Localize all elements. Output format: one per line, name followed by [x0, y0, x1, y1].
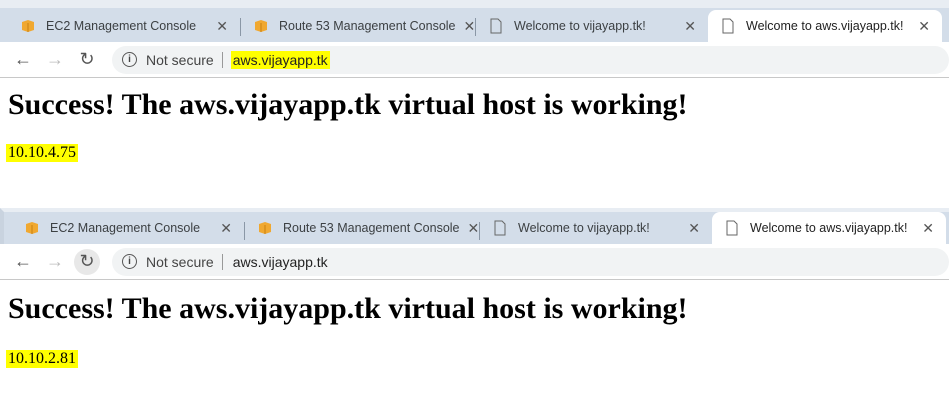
tab-label: Route 53 Management Console [283, 221, 460, 235]
url-text[interactable]: aws.vijayapp.tk [230, 50, 330, 69]
browser-window-1: EC2 Management Console ✕ Route 53 Managem… [0, 0, 949, 205]
tab-ec2[interactable]: EC2 Management Console ✕ [8, 10, 240, 42]
browser-window-2: EC2 Management Console ✕ Route 53 Managem… [0, 208, 949, 402]
close-icon[interactable]: ✕ [220, 220, 232, 237]
omnibox-divider [221, 253, 223, 270]
tab-route53[interactable]: Route 53 Management Console ✕ [241, 10, 475, 42]
forward-arrow-icon[interactable]: → [42, 249, 68, 275]
reload-icon[interactable]: ↻ [74, 248, 100, 275]
tab-welcome-vijayapp[interactable]: Welcome to vijayapp.tk! ✕ [476, 10, 708, 42]
tab-label: Route 53 Management Console [279, 19, 456, 33]
toolbar: ← → ↻ i Not secure aws.vijayapp.tk [0, 244, 949, 280]
address-bar[interactable]: i Not secure aws.vijayapp.tk [112, 45, 949, 74]
forward-arrow-icon[interactable]: → [42, 47, 68, 73]
close-icon[interactable]: ✕ [216, 18, 228, 35]
tab-strip: EC2 Management Console ✕ Route 53 Managem… [0, 0, 949, 42]
close-icon[interactable]: ✕ [918, 18, 930, 35]
page-heading: Success! The aws.vijayapp.tk virtual hos… [8, 292, 688, 325]
page-icon [726, 220, 738, 236]
back-arrow-icon[interactable]: ← [10, 47, 36, 73]
ip-address: 10.10.4.75 [6, 144, 78, 162]
close-icon[interactable]: ✕ [688, 220, 700, 237]
tab-label: EC2 Management Console [50, 221, 201, 235]
tab-welcome-aws-active[interactable]: Welcome to aws.vijayapp.tk! ✕ [712, 212, 946, 244]
ip-address: 10.10.2.81 [6, 350, 78, 368]
close-icon[interactable]: ✕ [468, 220, 480, 237]
tab-welcome-aws-active[interactable]: Welcome to aws.vijayapp.tk! ✕ [708, 10, 942, 42]
address-bar[interactable]: i Not secure aws.vijayapp.tk [112, 247, 949, 276]
aws-box-icon [255, 20, 267, 32]
security-label: Not secure [146, 51, 214, 68]
close-icon[interactable]: ✕ [464, 18, 476, 35]
page-icon [722, 18, 734, 34]
url-text[interactable]: aws.vijayapp.tk [231, 253, 330, 271]
page-heading: Success! The aws.vijayapp.tk virtual hos… [8, 88, 688, 121]
security-label: Not secure [146, 253, 214, 270]
info-icon[interactable]: i [122, 254, 137, 269]
tab-ec2[interactable]: EC2 Management Console ✕ [12, 212, 244, 244]
tab-route53[interactable]: Route 53 Management Console ✕ [245, 212, 479, 244]
aws-box-icon [22, 20, 34, 32]
page-icon [494, 220, 506, 236]
tab-label: Welcome to aws.vijayapp.tk! [746, 19, 904, 33]
aws-box-icon [26, 222, 38, 234]
reload-icon[interactable]: ↻ [74, 47, 100, 73]
info-icon[interactable]: i [122, 52, 137, 67]
page-icon [490, 18, 502, 34]
close-icon[interactable]: ✕ [684, 18, 696, 35]
tab-label: EC2 Management Console [46, 19, 197, 33]
tab-welcome-vijayapp[interactable]: Welcome to vijayapp.tk! ✕ [480, 212, 712, 244]
tab-strip: EC2 Management Console ✕ Route 53 Managem… [0, 208, 949, 244]
aws-box-icon [259, 222, 271, 234]
omnibox-divider [221, 51, 223, 68]
tab-label: Welcome to vijayapp.tk! [518, 221, 650, 235]
tab-label: Welcome to vijayapp.tk! [514, 19, 646, 33]
close-icon[interactable]: ✕ [922, 220, 934, 237]
tab-label: Welcome to aws.vijayapp.tk! [750, 221, 908, 235]
toolbar: ← → ↻ i Not secure aws.vijayapp.tk [0, 42, 949, 78]
back-arrow-icon[interactable]: ← [10, 249, 36, 275]
